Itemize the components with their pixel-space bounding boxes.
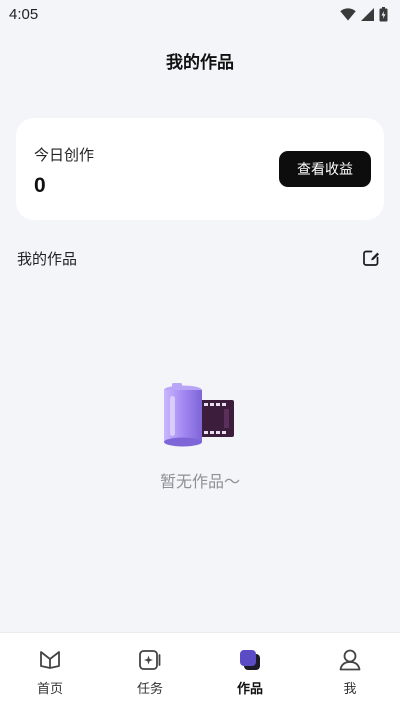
tab-label: 我 [343,682,357,697]
bottom-tab-bar: 首页 任务 作品 我 [0,632,400,711]
page-title: 我的作品 [166,53,234,73]
my-works-section-title: 我的作品 [17,250,78,268]
today-creation-count: 0 [34,174,46,197]
task-icon [139,650,161,670]
works-icon [240,650,260,670]
tab-label: 作品 [236,682,263,697]
tab-home[interactable]: 首页 [0,633,100,711]
tab-works[interactable]: 作品 [200,633,300,711]
status-bar: 4:05 [0,0,400,28]
tab-profile[interactable]: 我 [300,633,400,711]
view-earnings-button[interactable]: 查看收益 [279,151,371,187]
home-icon [40,651,60,669]
wifi-icon [340,7,356,20]
tab-label: 首页 [36,682,63,697]
edit-icon [363,250,379,266]
film-roll-icon [162,382,238,448]
status-icons [340,6,388,22]
today-stats-card: 今日创作 0 查看收益 [16,118,384,220]
profile-icon [339,649,361,671]
today-creation-label: 今日创作 [34,146,95,164]
battery-icon [379,6,388,21]
status-time: 4:05 [9,5,39,23]
signal-icon [361,7,374,21]
tab-label: 任务 [136,682,163,697]
empty-state-text: 暂无作品～ [159,472,240,491]
edit-button[interactable] [361,248,381,268]
tab-tasks[interactable]: 任务 [100,633,200,711]
